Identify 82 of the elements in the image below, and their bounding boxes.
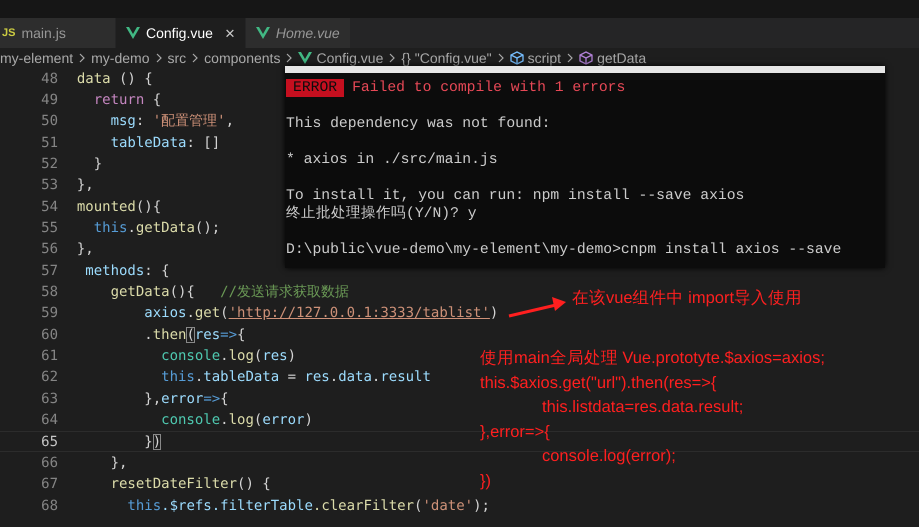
breadcrumb-item[interactable]: {} "Config.vue": [401, 50, 492, 66]
code-line: methods: {: [84, 262, 170, 279]
breadcrumb-item[interactable]: getData: [579, 50, 646, 66]
line-number: 55: [40, 220, 59, 236]
line-number: 64: [40, 412, 59, 428]
line-number: 65: [40, 434, 59, 450]
chevron-icon: [191, 53, 200, 63]
editor-tab[interactable]: JS main.js: [0, 18, 116, 48]
code-line: return {: [92, 92, 162, 108]
code-line: }): [143, 434, 162, 450]
cube-icon: [579, 51, 594, 65]
editor-tab[interactable]: Home.vue: [246, 18, 351, 48]
line-number: 67: [40, 476, 59, 492]
line-number: 68: [40, 498, 59, 514]
line-number: 48: [40, 70, 59, 87]
code-line: .then(res=>{: [143, 326, 246, 343]
editor-tab[interactable]: Config.vue ×: [116, 18, 246, 48]
chevron-icon: [566, 53, 574, 63]
annotation-line: console.log(error);: [541, 446, 677, 467]
breadcrumb-item[interactable]: Config.vue: [298, 50, 384, 66]
vue-logo-icon: [298, 52, 312, 64]
line-number: 53: [40, 177, 59, 194]
line-number: 61: [40, 348, 59, 364]
code-line: },: [76, 241, 94, 258]
code-line: console.log(error): [160, 412, 313, 428]
code-line: mounted(){: [76, 198, 162, 215]
terminal-line: D:\public\vue-demo\my-element\my-demo>cnpm install axios --save: [286, 241, 842, 259]
vue-logo-icon: [126, 27, 140, 39]
annotation-line: this.$axios.get("url").then(res=>{: [480, 372, 718, 394]
code-line: axios.get('http://127.0.0.1:3333/tablist'): [143, 305, 498, 322]
line-number: 57: [40, 262, 59, 279]
line-number: 50: [40, 113, 59, 130]
code-line: },error=>{: [143, 390, 229, 407]
code-line: resetDateFilter() {: [110, 476, 271, 492]
chevron-icon: [388, 53, 396, 63]
close-icon[interactable]: ×: [224, 24, 235, 42]
breadcrumb-item[interactable]: script: [510, 50, 562, 66]
code-line: },: [110, 454, 128, 471]
code-line: this.tableData = res.data.result: [160, 369, 431, 386]
code-line: msg: '配置管理',: [110, 112, 234, 130]
line-number: 51: [40, 134, 59, 151]
line-number: 60: [40, 326, 59, 343]
chevron-icon: [154, 53, 162, 63]
breadcrumb-item[interactable]: my-element: [0, 50, 74, 66]
code-line: }: [92, 156, 102, 172]
code-line: this.$refs.filterTable.clearFilter('date');: [126, 498, 490, 514]
error-badge: ERROR: [286, 79, 344, 97]
line-number: 59: [40, 305, 59, 322]
chevron-icon: [285, 53, 294, 63]
line-number: 54: [40, 198, 59, 215]
terminal-line: To install it, you can run: npm install --save axios: [286, 187, 746, 205]
line-number: 52: [40, 156, 59, 172]
code-line: getData(){ //发送请求获取数据: [110, 283, 350, 302]
line-number: 58: [40, 284, 59, 300]
code-line: console.log(res): [160, 348, 296, 364]
code-line: this.getData();: [92, 220, 220, 236]
line-number: 49: [40, 92, 59, 108]
annotation-line: 使用main全局处理 Vue.prototyte.$axios=axios;: [480, 348, 825, 369]
terminal-line: This dependency was not found:: [286, 115, 552, 133]
breadcrumb-item[interactable]: components: [204, 50, 280, 66]
line-number: 56: [40, 241, 59, 258]
chevron-icon: [78, 53, 86, 63]
code-line: data () {: [76, 70, 153, 87]
line-number: 62: [40, 369, 59, 386]
annotation-line: this.listdata=res.data.result;: [541, 397, 744, 418]
annotation-line: }): [480, 470, 492, 492]
error-message: Failed to compile with 1 errors: [352, 80, 626, 96]
line-number: 66: [40, 454, 59, 471]
braces-icon: {}: [401, 50, 411, 66]
breadcrumb-item[interactable]: my-demo: [91, 50, 150, 66]
code-line: tableData: []: [110, 134, 220, 151]
line-number: 63: [40, 390, 59, 407]
js-file-icon: JS: [2, 27, 16, 39]
chevron-icon: [496, 53, 505, 63]
cube-icon: [510, 51, 524, 65]
vue-logo-icon: [256, 27, 270, 39]
annotation-text: 在该vue组件中 import导入使用: [572, 288, 802, 309]
terminal-line: 终止批处理操作吗(Y/N)? y: [286, 205, 478, 223]
code-line: },: [76, 177, 94, 194]
terminal-line: * axios in ./src/main.js: [286, 151, 499, 169]
annotation-line: },error=>{: [480, 422, 551, 442]
breadcrumb-item[interactable]: src: [168, 50, 186, 66]
